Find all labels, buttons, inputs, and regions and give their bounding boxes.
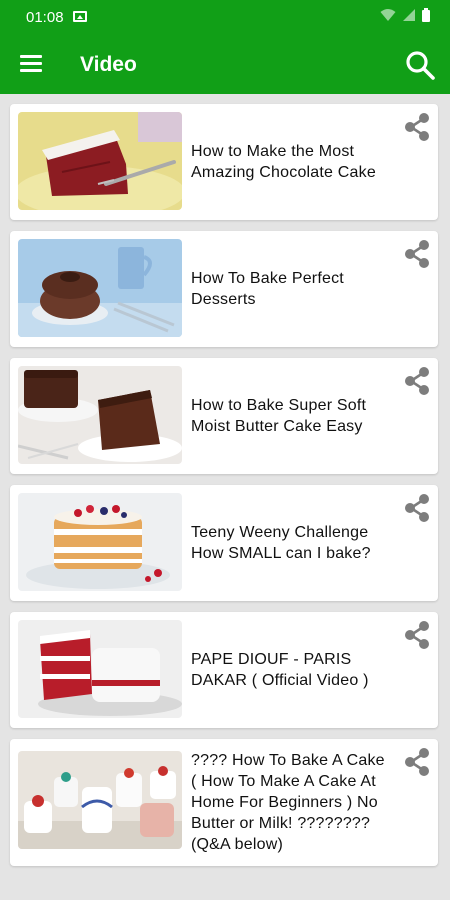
menu-icon[interactable]: [20, 55, 42, 73]
video-title: How to Bake Super Soft Moist Butter Cake…: [191, 397, 367, 435]
share-icon[interactable]: [402, 747, 432, 777]
share-icon[interactable]: [402, 112, 432, 142]
video-thumbnail: [18, 751, 182, 849]
share-icon[interactable]: [402, 366, 432, 396]
status-bar: 01:08: [0, 0, 450, 36]
video-title: Teeny Weeny Challenge How SMALL can I ba…: [191, 524, 371, 562]
video-thumbnail: [18, 239, 182, 337]
video-thumbnail: [18, 366, 182, 464]
gallery-notification-icon: [73, 11, 87, 22]
video-title: PAPE DIOUF - PARIS DAKAR ( Official Vide…: [191, 651, 369, 689]
search-icon[interactable]: [404, 49, 436, 81]
status-time: 01:08: [26, 9, 64, 26]
share-icon[interactable]: [402, 239, 432, 269]
video-card[interactable]: PAPE DIOUF - PARIS DAKAR ( Official Vide…: [10, 612, 438, 728]
video-card[interactable]: How To Bake Perfect Desserts: [10, 231, 438, 347]
video-card[interactable]: How to Bake Super Soft Moist Butter Cake…: [10, 358, 438, 474]
video-card[interactable]: Teeny Weeny Challenge How SMALL can I ba…: [10, 485, 438, 601]
video-thumbnail: [18, 493, 182, 591]
wifi-icon: [380, 9, 396, 21]
share-icon[interactable]: [402, 620, 432, 650]
share-icon[interactable]: [402, 493, 432, 523]
video-thumbnail: [18, 112, 182, 210]
page-title: Video: [80, 53, 137, 76]
video-card[interactable]: How to Make the Most Amazing Chocolate C…: [10, 104, 438, 220]
status-icons: [380, 8, 430, 22]
app-bar: Video: [0, 36, 450, 94]
video-card[interactable]: ???? How To Bake A Cake ( How To Make A …: [10, 739, 438, 866]
video-title: ???? How To Bake A Cake ( How To Make A …: [191, 752, 385, 853]
video-title: How to Make the Most Amazing Chocolate C…: [191, 143, 376, 181]
video-title: How To Bake Perfect Desserts: [191, 270, 344, 308]
signal-icon: [403, 9, 415, 21]
battery-icon: [422, 8, 430, 22]
video-thumbnail: [18, 620, 182, 718]
